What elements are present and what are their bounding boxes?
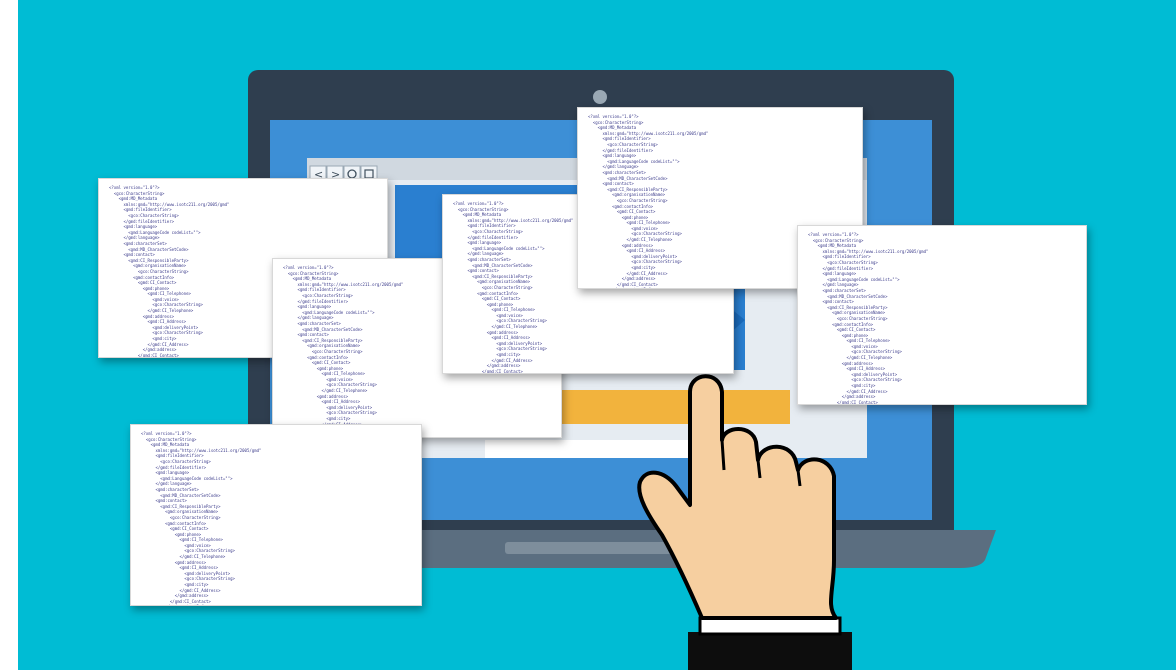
cuff (698, 616, 842, 636)
sleeve (688, 632, 852, 670)
pointing-hand-icon (637, 374, 852, 670)
illustration: < > <?xml version="1.0"?> <gco:Character… (0, 0, 1176, 670)
hand (637, 374, 838, 620)
